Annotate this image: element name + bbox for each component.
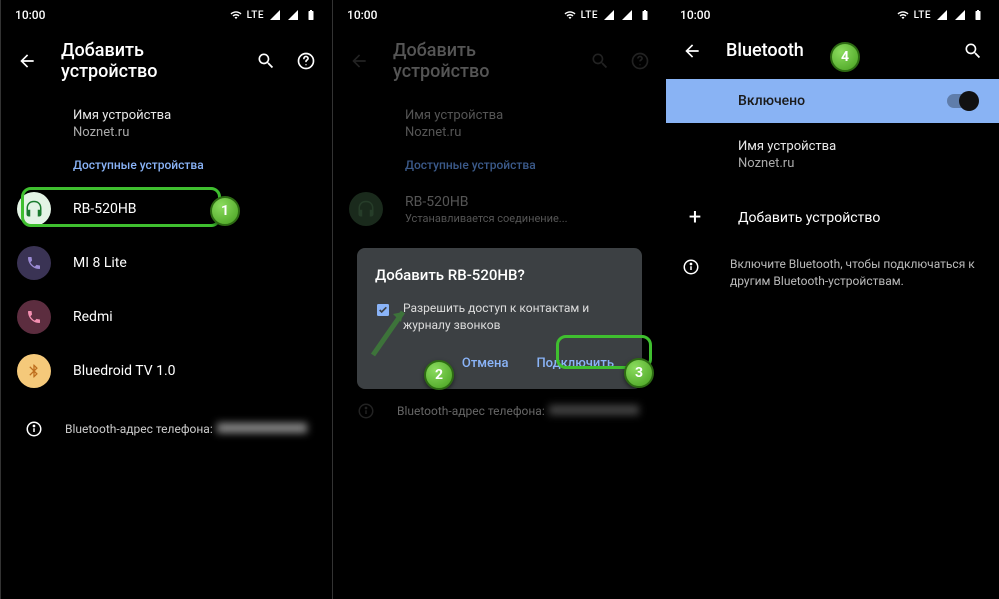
device-row-bluedroid[interactable]: Bluedroid TV 1.0 xyxy=(1,344,332,398)
device-row-redmi[interactable]: Redmi xyxy=(1,290,332,344)
page-title: Добавить устройство xyxy=(61,40,232,82)
bt-address-label: Bluetooth-адрес телефона: xyxy=(397,404,545,418)
device-name: MI 8 Lite xyxy=(73,255,127,271)
dialog-checkbox-label: Разрешить доступ к контактам и журналу з… xyxy=(403,300,624,334)
wifi-icon xyxy=(563,9,577,21)
status-icons: LTE xyxy=(229,9,318,21)
status-time: 10:00 xyxy=(680,8,710,22)
info-icon xyxy=(25,420,43,438)
plus-icon: + xyxy=(682,205,708,230)
back-arrow-icon xyxy=(349,51,369,71)
signal-icon-2 xyxy=(953,9,967,21)
step-arrow-2 xyxy=(363,300,413,360)
device-name-label: Имя устройства xyxy=(738,139,983,154)
device-name-label: Имя устройства xyxy=(405,108,650,123)
add-device-label: Добавить устройство xyxy=(738,210,880,226)
step-badge-4: 4 xyxy=(830,42,860,72)
available-devices-label: Доступные устройства xyxy=(405,158,650,172)
toggle-switch[interactable] xyxy=(947,94,977,108)
device-name: RB-520HB xyxy=(405,194,568,210)
blurred-address xyxy=(217,423,307,433)
status-icons: LTE xyxy=(896,9,985,21)
bt-address-label: Bluetooth-адрес телефона: xyxy=(65,422,213,436)
bluetooth-info-row: Включите Bluetooth, чтобы подключаться к… xyxy=(666,246,999,300)
battery-icon xyxy=(638,9,652,21)
device-row-rb520hb[interactable]: RB-520HB xyxy=(1,182,332,236)
device-status: Устанавливается соединение... xyxy=(405,212,568,225)
step-badge-2: 2 xyxy=(424,360,454,390)
status-time: 10:00 xyxy=(347,8,377,22)
network-label: LTE xyxy=(581,10,598,21)
back-arrow-icon[interactable] xyxy=(17,51,37,71)
available-devices-label: Доступные устройства xyxy=(73,158,316,172)
blurred-address xyxy=(549,405,639,415)
info-icon xyxy=(357,402,375,420)
signal-icon xyxy=(602,9,616,21)
bluetooth-toggle-row[interactable]: Включено xyxy=(666,79,999,123)
headphones-icon xyxy=(357,200,375,218)
add-device-row[interactable]: + Добавить устройство xyxy=(666,189,999,246)
wifi-icon xyxy=(229,9,243,21)
help-icon xyxy=(630,51,650,71)
toggle-label: Включено xyxy=(738,93,805,109)
header: Добавить устройство xyxy=(1,26,332,100)
device-name-value: Noznet.ru xyxy=(405,125,650,140)
device-name: Bluedroid TV 1.0 xyxy=(73,363,176,379)
signal-icon-2 xyxy=(286,9,300,21)
status-bar: 10:00 LTE xyxy=(666,0,999,26)
signal-icon-2 xyxy=(620,9,634,21)
search-icon xyxy=(590,51,610,71)
device-name-value[interactable]: Noznet.ru xyxy=(738,156,983,171)
dialog-title: Добавить RB-520HB? xyxy=(375,266,624,284)
status-icons: LTE xyxy=(563,9,652,21)
device-name: Redmi xyxy=(73,309,113,325)
bt-address-row: Bluetooth-адрес телефона: xyxy=(1,406,332,452)
phone-icon xyxy=(26,309,42,325)
status-bar: 10:00 LTE xyxy=(333,0,666,26)
phone-screen-1: 10:00 LTE Добавить устройство Имя устрой… xyxy=(0,0,333,599)
bluetooth-info-text: Включите Bluetooth, чтобы подключаться к… xyxy=(730,256,983,290)
device-row-mi8lite[interactable]: MI 8 Lite xyxy=(1,236,332,290)
header: Добавить устройство xyxy=(333,26,666,100)
bt-address-row: Bluetooth-адрес телефона: xyxy=(333,388,655,434)
signal-icon xyxy=(935,9,949,21)
cancel-button[interactable]: Отмена xyxy=(452,348,519,379)
bluetooth-icon xyxy=(26,363,42,379)
phone-screen-3: 10:00 LTE Bluetooth Включено Имя устройс… xyxy=(666,0,999,599)
signal-icon xyxy=(268,9,282,21)
back-arrow-icon[interactable] xyxy=(682,41,702,61)
status-bar: 10:00 LTE xyxy=(1,0,332,26)
search-icon[interactable] xyxy=(256,51,276,71)
connect-button[interactable]: Подключить xyxy=(526,348,624,379)
wifi-icon xyxy=(896,9,910,21)
step-badge-1: 1 xyxy=(210,196,240,226)
phone-icon xyxy=(26,255,42,271)
headphones-icon xyxy=(25,200,43,218)
network-label: LTE xyxy=(914,10,931,21)
device-row-connecting: RB-520HB Устанавливается соединение... xyxy=(333,182,666,236)
help-icon[interactable] xyxy=(296,51,316,71)
status-time: 10:00 xyxy=(15,8,45,22)
info-icon xyxy=(682,258,700,276)
network-label: LTE xyxy=(247,10,264,21)
search-icon[interactable] xyxy=(963,41,983,61)
battery-icon xyxy=(971,9,985,21)
device-name-label: Имя устройства xyxy=(73,108,316,123)
device-name: RB-520HB xyxy=(73,201,137,217)
device-name-value[interactable]: Noznet.ru xyxy=(73,125,316,140)
step-badge-3: 3 xyxy=(624,358,654,388)
page-title: Добавить устройство xyxy=(393,40,566,82)
battery-icon xyxy=(304,9,318,21)
phone-screen-2: 10:00 LTE Добавить устройство Имя устрой… xyxy=(333,0,666,599)
